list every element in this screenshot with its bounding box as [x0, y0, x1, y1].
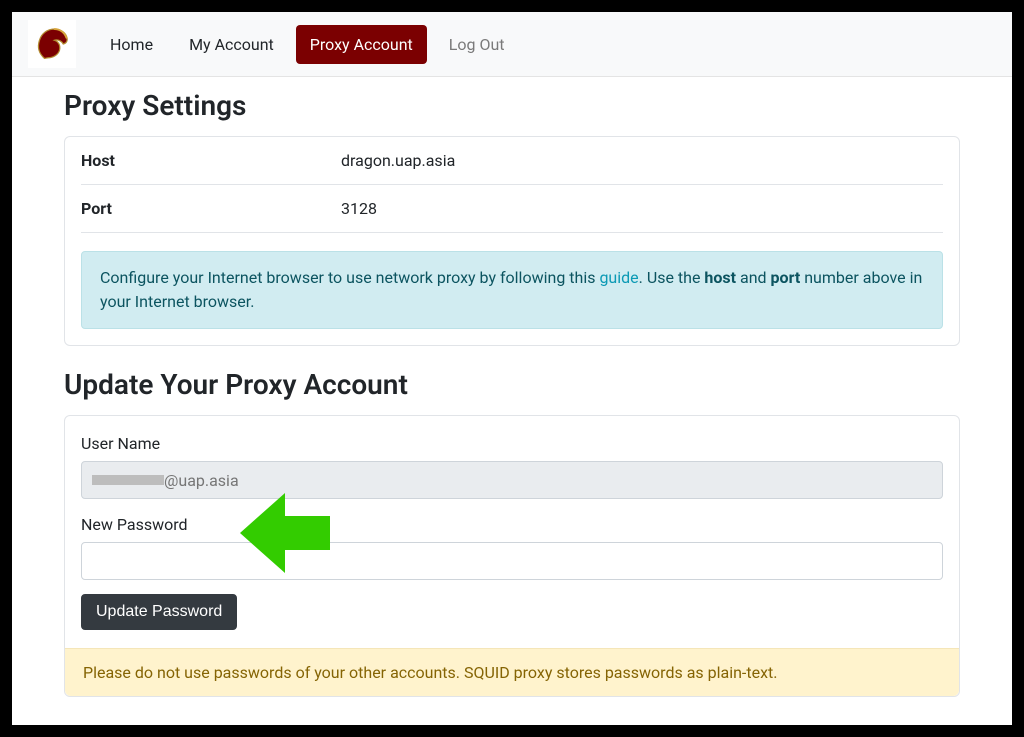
nav-my-account[interactable]: My Account — [175, 25, 288, 64]
proxy-info-alert: Configure your Internet browser to use n… — [81, 251, 943, 329]
nav-logout[interactable]: Log Out — [435, 25, 519, 64]
main-content: Proxy Settings Host dragon.uap.asia Port… — [12, 77, 1012, 697]
proxy-info-text-pre: Configure your Internet browser to use n… — [100, 268, 599, 287]
proxy-guide-link[interactable]: guide — [599, 268, 638, 287]
proxy-info-host-word: host — [704, 268, 736, 287]
nav-home[interactable]: Home — [96, 25, 167, 64]
new-password-label: New Password — [81, 515, 943, 534]
port-label: Port — [81, 199, 341, 218]
username-domain: @uap.asia — [164, 471, 239, 490]
username-redacted — [92, 475, 164, 485]
proxy-settings-card: Host dragon.uap.asia Port 3128 Configure… — [64, 136, 960, 346]
update-form-card: User Name @uap.asia New Password Update … — [64, 415, 960, 697]
proxy-info-mid1: . Use the — [639, 268, 705, 287]
update-password-button[interactable]: Update Password — [81, 594, 237, 630]
navbar: Home My Account Proxy Account Log Out — [12, 12, 1012, 77]
username-label: User Name — [81, 434, 943, 453]
nav-proxy-account[interactable]: Proxy Account — [296, 25, 427, 64]
app-logo — [28, 20, 76, 68]
username-field: @uap.asia — [81, 461, 943, 499]
proxy-settings-title: Proxy Settings — [64, 89, 960, 122]
new-password-input[interactable] — [81, 542, 943, 580]
dragon-logo-icon — [32, 24, 72, 64]
host-value: dragon.uap.asia — [341, 151, 455, 170]
host-label: Host — [81, 151, 341, 170]
proxy-info-mid2: and — [736, 268, 771, 287]
host-row: Host dragon.uap.asia — [81, 137, 943, 185]
port-row: Port 3128 — [81, 185, 943, 233]
proxy-info-port-word: port — [771, 268, 801, 287]
password-warning-alert: Please do not use passwords of your othe… — [65, 648, 959, 696]
update-account-title: Update Your Proxy Account — [64, 368, 960, 401]
port-value: 3128 — [341, 199, 377, 218]
